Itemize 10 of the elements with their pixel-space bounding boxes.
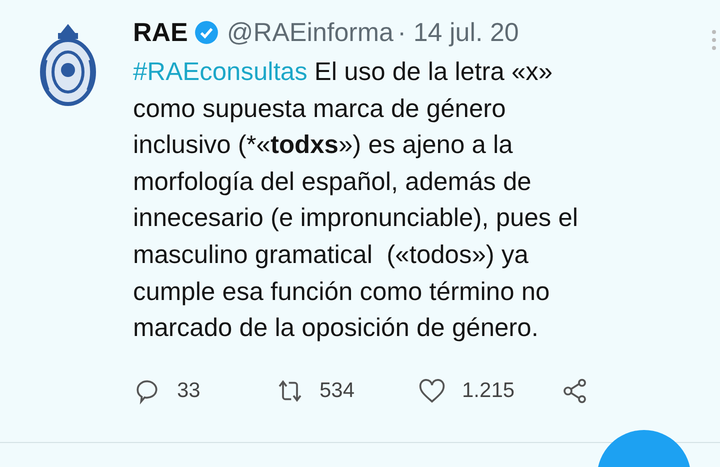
share-icon[interactable] xyxy=(560,376,588,405)
account-name[interactable]: RAE xyxy=(133,16,188,48)
tweet-text: #RAEconsultas El uso de la letra «x» como supuesta marca de género inclusivo (*«todxs») es ajeno a la morfología del español, además de innecesario (e impronunciable), pues el masculino gramatical («todos») ya cumple esa función como término no marcado de la oposición de género. xyxy=(133,57,580,344)
action-count: 1.215 xyxy=(462,378,515,403)
action-count: 534 xyxy=(320,378,355,403)
hashtag-link[interactable]: #RAEconsultas xyxy=(133,58,308,86)
action-count: 33 xyxy=(177,378,200,403)
tweet-date: · 14 jul. 20 xyxy=(397,16,519,48)
account-handle[interactable]: @RAEinforma xyxy=(226,16,394,48)
heart-icon[interactable] xyxy=(418,376,446,405)
